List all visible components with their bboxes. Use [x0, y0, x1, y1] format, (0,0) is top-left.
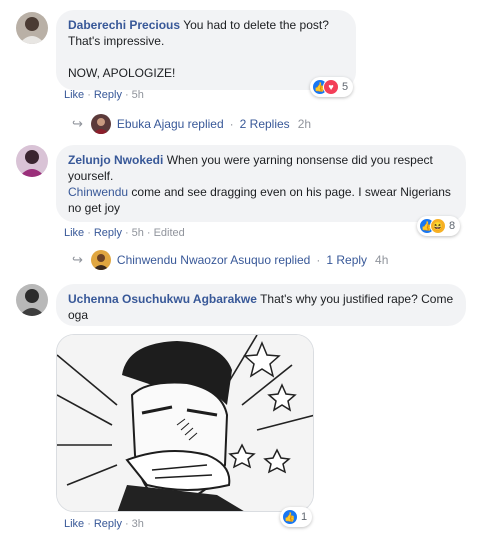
reply-link[interactable]: Reply	[94, 227, 122, 239]
timestamp[interactable]: 3h	[132, 518, 144, 530]
comment-actions: Like · Reply · 5h · Edited	[64, 227, 185, 239]
reply-count[interactable]: 2 Replies	[240, 117, 290, 131]
reply-avatar	[90, 250, 111, 270]
replies-link[interactable]: ↪ Ebuka Ajagu replied · 2 Replies 2h	[72, 114, 311, 134]
edited-label[interactable]: Edited	[154, 227, 185, 239]
reactions-summary[interactable]: 👍 1	[280, 507, 313, 527]
comment-bubble: Zelunjo Nwokedi When you were yarning no…	[56, 145, 466, 222]
reply-link[interactable]: Reply	[94, 518, 122, 530]
reaction-count: 8	[449, 220, 456, 232]
avatar[interactable]	[16, 12, 48, 44]
reply-arrow-icon: ↪	[72, 252, 83, 267]
reply-time: 2h	[297, 117, 312, 131]
like-link[interactable]: Like	[64, 518, 84, 530]
reply-arrow-icon: ↪	[72, 116, 83, 131]
love-icon: ♥	[323, 79, 339, 95]
haha-icon: 😆	[430, 218, 446, 234]
reactions-summary[interactable]: 👍 😆 8	[417, 216, 461, 236]
reply-time: 4h	[375, 253, 389, 267]
timestamp[interactable]: 5h	[132, 89, 144, 101]
comment-author[interactable]: Zelunjo Nwokedi	[68, 153, 163, 167]
reply-count[interactable]: 1 Reply	[326, 253, 367, 267]
comment-text-line2: NOW, APOLOGIZE!	[68, 66, 176, 80]
replies-link[interactable]: ↪ Chinwendu Nwaozor Asuquo replied · 1 Rep…	[72, 250, 388, 270]
comment-bubble: Uchenna Osuchukwu Agbarakwe That's why y…	[56, 284, 466, 326]
comment-actions: Like · Reply · 5h	[64, 89, 144, 101]
reaction-count: 5	[342, 81, 349, 93]
like-link[interactable]: Like	[64, 227, 84, 239]
comment-actions: Like · Reply · 3h	[64, 518, 144, 530]
avatar[interactable]	[16, 284, 48, 316]
like-link[interactable]: Like	[64, 89, 84, 101]
reply-avatar	[90, 114, 111, 134]
reply-author[interactable]: Chinwendu Nwaozor Asuquo replied	[117, 253, 310, 267]
comment-author[interactable]: Daberechi Precious	[68, 18, 180, 32]
mention-link[interactable]: Chinwendu	[68, 185, 128, 199]
reaction-count: 1	[301, 511, 308, 523]
reply-link[interactable]: Reply	[94, 89, 122, 101]
comment-author[interactable]: Uchenna Osuchukwu Agbarakwe	[68, 292, 257, 306]
reply-author[interactable]: Ebuka Ajagu replied	[117, 117, 224, 131]
timestamp[interactable]: 5h	[132, 227, 144, 239]
comment-bubble: Daberechi Precious You had to delete the…	[56, 10, 356, 90]
like-icon: 👍	[282, 509, 298, 525]
reactions-summary[interactable]: 👍 ♥ 5	[310, 77, 354, 97]
comment-image[interactable]	[56, 334, 314, 512]
avatar[interactable]	[16, 145, 48, 177]
